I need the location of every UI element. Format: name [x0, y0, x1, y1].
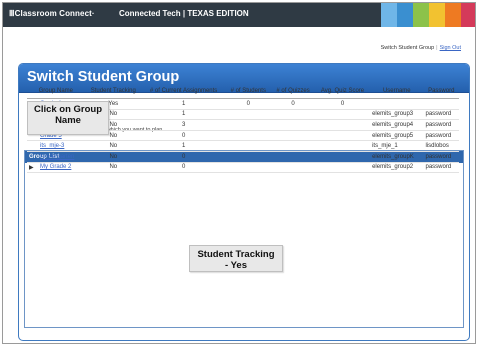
- col-student-tracking-header: Student Tracking: [84, 88, 142, 99]
- color-swatch: [381, 3, 397, 27]
- callout-line: Click on Group: [33, 104, 103, 115]
- students-cell: [225, 140, 272, 152]
- edition-title: Connected Tech | TEXAS EDITION: [119, 9, 249, 18]
- username-cell: elemits_group2: [370, 162, 424, 174]
- students-cell: [225, 162, 272, 174]
- group-name-link[interactable]: its_mje-3: [40, 143, 64, 149]
- avg-score-cell: [314, 119, 371, 131]
- students-cell: [225, 130, 272, 142]
- username-cell: elemits_group5: [370, 130, 424, 142]
- students-cell: [225, 109, 272, 121]
- group-name-cell: ▶ My Grade 2: [27, 162, 85, 174]
- callout-line: - Yes: [224, 260, 247, 271]
- username-cell: elemits_group3: [370, 109, 424, 121]
- sign-out-link[interactable]: Sign Out: [440, 45, 461, 51]
- assignments-cell: 0: [141, 130, 226, 142]
- table-row: its_mje-3 No 1 its_mje_1 lisdlobos: [27, 140, 459, 152]
- color-swatch: [461, 3, 475, 27]
- avg-score-cell: [314, 162, 371, 174]
- assignments-cell: 1: [141, 140, 226, 152]
- col-students-header: # of Students: [225, 88, 272, 99]
- color-swatch: [397, 3, 413, 27]
- assignments-cell: 3: [141, 119, 226, 131]
- assignments-cell: 0: [141, 162, 226, 174]
- avg-score-cell: [314, 130, 371, 142]
- avg-score-cell: [314, 151, 371, 163]
- col-group-name-header: Group Name: [27, 88, 85, 99]
- quizzes-cell: 0: [271, 98, 315, 110]
- callout-line: Student Tracking: [197, 249, 275, 260]
- top-links: Switch Student Group | Sign Out: [381, 45, 461, 51]
- students-cell: [225, 151, 272, 163]
- col-username-header: Username: [370, 88, 424, 99]
- assignments-cell: 1: [141, 109, 226, 121]
- table-header-row: Group Name Student Tracking # of Current A…: [27, 88, 459, 99]
- group-name-link[interactable]: My Grade 2: [40, 164, 71, 170]
- avg-score-cell: 0: [314, 98, 371, 110]
- group-list-box: Group List: [24, 150, 464, 328]
- quizzes-cell: [271, 119, 315, 131]
- students-cell: [225, 119, 272, 131]
- col-quizzes-header: # of Quizzes: [271, 88, 315, 99]
- password-cell: lisdlobos: [423, 140, 459, 152]
- student-tracking-callout: Student Tracking - Yes: [189, 245, 283, 272]
- username-cell: elemits_groupK: [370, 151, 424, 163]
- callout-line: Name: [55, 115, 81, 126]
- page-frame: ⅢClassroom Connect· Connected Tech | TEX…: [2, 2, 476, 344]
- password-cell: password: [423, 130, 459, 142]
- brand-logo: ⅢClassroom Connect·: [9, 9, 95, 18]
- username-cell: [370, 98, 424, 110]
- color-swatch: [429, 3, 445, 27]
- group-name-callout: Click on Group Name: [27, 101, 109, 135]
- students-cell: 0: [225, 98, 272, 110]
- group-name-cell: its_mje-3: [27, 140, 85, 152]
- password-cell: password: [423, 151, 459, 163]
- page-title: Switch Student Group: [27, 69, 180, 85]
- tracking-cell: No: [84, 140, 142, 152]
- quizzes-cell: [271, 151, 315, 163]
- quizzes-cell: [271, 109, 315, 121]
- col-avg-quiz-score-header: Avg. Quiz Score: [314, 88, 371, 99]
- assignments-cell: 0: [141, 151, 226, 163]
- quizzes-cell: [271, 162, 315, 174]
- expand-arrow-icon[interactable]: ▶: [29, 164, 34, 171]
- table-row: Kindergarten No 0 elemits_groupK password: [27, 151, 459, 163]
- assignments-cell: 1: [141, 98, 226, 110]
- password-cell: password: [423, 109, 459, 121]
- switch-student-group-link[interactable]: Switch Student Group: [381, 45, 435, 51]
- col-password-header: Password: [423, 88, 459, 99]
- avg-score-cell: [314, 140, 371, 152]
- col-current-assignments-header: # of Current Assignments: [141, 88, 226, 99]
- username-cell: its_mje_1: [370, 140, 424, 152]
- table-row: ▶ My Grade 2 No 0 elemits_group2 password: [27, 162, 459, 174]
- top-bar: ⅢClassroom Connect· Connected Tech | TEX…: [3, 3, 475, 27]
- quizzes-cell: [271, 130, 315, 142]
- color-swatch: [413, 3, 429, 27]
- password-cell: [423, 98, 459, 110]
- tracking-cell: No: [84, 162, 142, 174]
- avg-score-cell: [314, 109, 371, 121]
- username-cell: elemits_group4: [370, 119, 424, 131]
- group-name-link[interactable]: Kindergarten: [40, 154, 74, 160]
- group-name-cell: Kindergarten: [27, 151, 85, 163]
- quizzes-cell: [271, 140, 315, 152]
- color-swatch: [445, 3, 461, 27]
- tracking-cell: No: [84, 151, 142, 163]
- password-cell: password: [423, 119, 459, 131]
- password-cell: password: [423, 162, 459, 174]
